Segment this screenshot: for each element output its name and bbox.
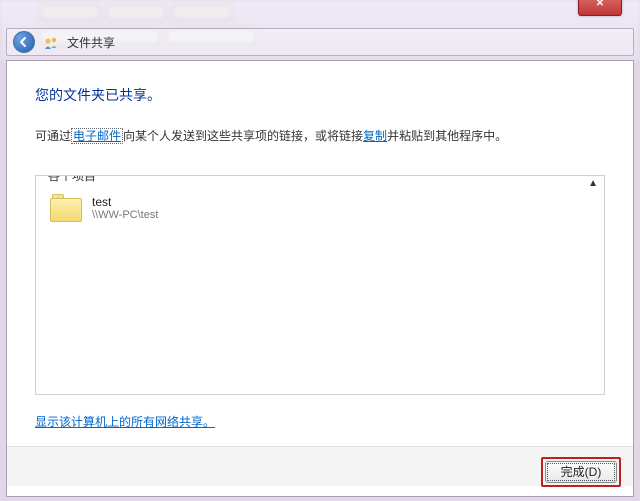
group-collapse-toggle[interactable]: ▲ xyxy=(588,178,598,189)
dialog-footer: 完成(D) xyxy=(7,446,633,486)
dialog-body: 您的文件夹已共享。 可通过电子邮件向某个人发送到这些共享项的链接，或将链接复制并… xyxy=(6,60,634,497)
copy-link[interactable]: 复制 xyxy=(363,129,387,143)
arrow-left-icon xyxy=(18,36,30,48)
share-wizard-icon xyxy=(43,34,59,50)
list-item[interactable]: test \\WW-PC\test xyxy=(48,188,592,228)
instruction-pre: 可通过 xyxy=(35,129,71,143)
instruction-text: 可通过电子邮件向某个人发送到这些共享项的链接，或将链接复制并粘贴到其他程序中。 xyxy=(35,127,605,145)
items-group: 各个项目 ▲ test \\WW-PC\test xyxy=(35,175,605,395)
instruction-post: 并粘贴到其他程序中。 xyxy=(387,129,507,143)
instruction-mid: 向某个人发送到这些共享项的链接，或将链接 xyxy=(123,129,363,143)
dialog-title: 文件共享 xyxy=(67,34,115,51)
back-button[interactable] xyxy=(13,31,35,53)
dialog-header: 文件共享 xyxy=(6,28,634,56)
item-text: test \\WW-PC\test xyxy=(92,195,158,221)
email-link[interactable]: 电子邮件 xyxy=(71,128,123,144)
item-path: \\WW-PC\test xyxy=(92,209,158,221)
item-name: test xyxy=(92,195,158,209)
done-button[interactable]: 完成(D) xyxy=(545,461,617,483)
window-close-button[interactable] xyxy=(578,0,622,16)
show-all-shares-link[interactable]: 显示该计算机上的所有网络共享。 xyxy=(35,415,215,429)
group-label: 各个项目 xyxy=(44,175,100,184)
bottom-link-row: 显示该计算机上的所有网络共享。 xyxy=(35,413,605,430)
main-heading: 您的文件夹已共享。 xyxy=(35,85,605,105)
folder-icon xyxy=(50,194,82,222)
done-button-highlight: 完成(D) xyxy=(541,457,621,487)
